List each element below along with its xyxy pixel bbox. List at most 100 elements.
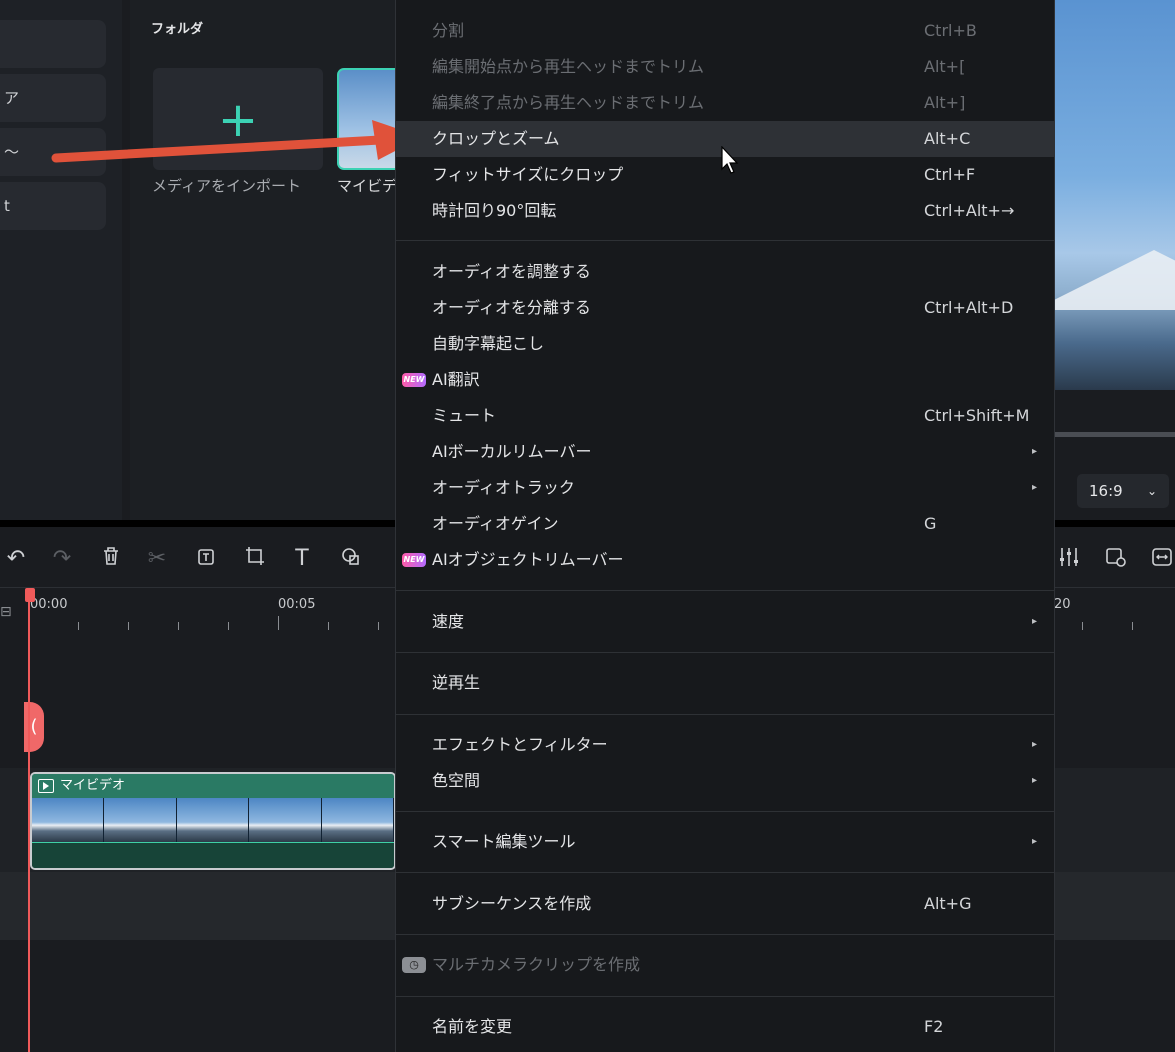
menu-separator bbox=[396, 811, 1054, 812]
menu-item-label: サブシーケンスを作成 bbox=[432, 894, 592, 913]
ruler-tick bbox=[278, 616, 279, 630]
menu-item-label: 分割 bbox=[432, 21, 465, 40]
aspect-ratio-value: 16:9 bbox=[1089, 482, 1123, 500]
menu-item-shortcut: Alt+C bbox=[924, 129, 971, 148]
delete-icon[interactable] bbox=[97, 545, 125, 573]
menu-item-label: 色空間 bbox=[432, 771, 481, 790]
aspect-ratio-select[interactable]: 16:9 ⌄ bbox=[1077, 474, 1169, 508]
text-icon[interactable]: T bbox=[288, 545, 316, 573]
ruler-tick bbox=[178, 622, 179, 630]
menu-item-18[interactable]: 色空間 ▸ bbox=[396, 763, 1054, 799]
menu-item-label: クロップとズーム bbox=[432, 129, 560, 148]
menu-item-label: 自動字幕起こし bbox=[432, 334, 545, 353]
menu-item-label: 編集終了点から再生ヘッドまでトリム bbox=[432, 93, 705, 112]
crop-icon[interactable] bbox=[241, 545, 269, 573]
menu-item-label: 逆再生 bbox=[432, 673, 481, 692]
ruler-tick bbox=[228, 622, 229, 630]
menu-item-label: フィットサイズにクロップ bbox=[432, 165, 624, 184]
undo-icon[interactable]: ↶ bbox=[2, 545, 30, 573]
submenu-arrow-icon: ▸ bbox=[1032, 739, 1038, 750]
submenu-arrow-icon: ▸ bbox=[1032, 836, 1038, 847]
menu-item-9[interactable]: NEW AI翻訳 bbox=[396, 362, 1054, 398]
menu-item-2[interactable]: 編集終了点から再生ヘッドまでトリム Alt+] bbox=[396, 85, 1054, 121]
mountain-image bbox=[1054, 250, 1175, 310]
track-link-icon[interactable]: ⊟ bbox=[0, 604, 12, 620]
shape-icon[interactable] bbox=[337, 545, 365, 573]
menu-item-shortcut: F2 bbox=[924, 1017, 944, 1036]
menu-item-label: オーディオを調整する bbox=[432, 262, 591, 281]
menu-item-shortcut: Alt+G bbox=[924, 894, 972, 913]
menu-item-shortcut: G bbox=[924, 514, 937, 533]
menu-item-14[interactable]: NEW AIオブジェクトリムーバー bbox=[396, 542, 1054, 578]
menu-item-label: ミュート bbox=[432, 406, 497, 425]
menu-item-13[interactable]: オーディオゲイン G bbox=[396, 506, 1054, 542]
fit-icon[interactable] bbox=[1148, 545, 1175, 573]
menu-item-label: 速度 bbox=[432, 612, 465, 631]
folder-label: フォルダ bbox=[151, 22, 204, 37]
ruler-tick bbox=[378, 622, 379, 630]
clip-audio-waveform bbox=[32, 842, 394, 868]
menu-item-10[interactable]: ミュート Ctrl+Shift+M bbox=[396, 398, 1054, 434]
submenu-arrow-icon: ▸ bbox=[1032, 446, 1038, 457]
ruler-tick bbox=[128, 622, 129, 630]
mouse-cursor-icon bbox=[721, 146, 739, 174]
preview-swap-icon[interactable] bbox=[1102, 545, 1130, 573]
menu-item-label: オーディオトラック bbox=[432, 478, 575, 497]
menu-item-label: 時計回り90°回転 bbox=[432, 201, 557, 220]
menu-separator bbox=[396, 996, 1054, 997]
menu-item-20[interactable]: サブシーケンスを作成 Alt+G bbox=[396, 886, 1054, 922]
sidebar-item-3[interactable]: t bbox=[0, 182, 106, 230]
menu-item-17[interactable]: エフェクトとフィルター ▸ bbox=[396, 727, 1054, 763]
preview-scrub-bar[interactable] bbox=[1054, 432, 1175, 437]
cut-icon[interactable]: ✂ bbox=[143, 545, 171, 573]
left-sidebar: ア 〜 t bbox=[0, 0, 122, 520]
menu-item-shortcut: Ctrl+Shift+M bbox=[924, 406, 1030, 425]
menu-item-7[interactable]: オーディオを分離する Ctrl+Alt+D bbox=[396, 290, 1054, 326]
timecode-2: 20 bbox=[1054, 597, 1071, 612]
menu-item-label: AI翻訳 bbox=[432, 370, 480, 389]
sidebar-item-1[interactable]: ア bbox=[0, 74, 106, 122]
clock-badge-icon: ◷ bbox=[402, 957, 426, 973]
ruler-tick bbox=[328, 622, 329, 630]
menu-item-5[interactable]: 時計回り90°回転 Ctrl+Alt+→ bbox=[396, 193, 1054, 229]
menu-item-11[interactable]: AIボーカルリムーバー ▸ bbox=[396, 434, 1054, 470]
menu-item-16[interactable]: 逆再生 bbox=[396, 665, 1054, 701]
chevron-down-icon: ⌄ bbox=[1146, 484, 1157, 498]
preview-viewer[interactable] bbox=[1054, 0, 1175, 390]
menu-item-shortcut: Alt+] bbox=[924, 93, 966, 112]
menu-item-6[interactable]: オーディオを調整する bbox=[396, 254, 1054, 290]
menu-separator bbox=[396, 590, 1054, 591]
submenu-arrow-icon: ▸ bbox=[1032, 775, 1038, 786]
menu-item-21[interactable]: ◷ マルチカメラクリップを作成 bbox=[396, 947, 1054, 983]
menu-item-8[interactable]: 自動字幕起こし bbox=[396, 326, 1054, 362]
redo-icon[interactable]: ↷ bbox=[48, 545, 76, 573]
audio-mixer-icon[interactable] bbox=[1055, 545, 1083, 573]
timeline-clip[interactable]: マイビデオ bbox=[30, 772, 396, 870]
menu-item-1[interactable]: 編集開始点から再生ヘッドまでトリム Alt+[ bbox=[396, 49, 1054, 85]
menu-item-12[interactable]: オーディオトラック ▸ bbox=[396, 470, 1054, 506]
menu-item-label: スマート編集ツール bbox=[432, 832, 576, 851]
menu-item-shortcut: Ctrl+Alt+→ bbox=[924, 201, 1015, 220]
playhead-handle[interactable] bbox=[25, 588, 35, 602]
playhead[interactable] bbox=[28, 588, 30, 1052]
ruler-tick bbox=[1132, 622, 1133, 630]
menu-item-label: マルチカメラクリップを作成 bbox=[432, 955, 641, 974]
ruler-tick bbox=[1082, 622, 1083, 630]
menu-item-shortcut: Ctrl+F bbox=[924, 165, 976, 184]
menu-item-shortcut: Ctrl+Alt+D bbox=[924, 298, 1014, 317]
sidebar-item-0[interactable] bbox=[0, 20, 106, 68]
marker-handle[interactable]: ( bbox=[24, 702, 44, 752]
menu-separator bbox=[396, 872, 1054, 873]
menu-item-label: エフェクトとフィルター bbox=[432, 735, 608, 754]
add-text-icon[interactable] bbox=[192, 545, 220, 573]
submenu-arrow-icon: ▸ bbox=[1032, 482, 1038, 493]
clip-frames bbox=[32, 798, 394, 842]
menu-item-0[interactable]: 分割 Ctrl+B bbox=[396, 13, 1054, 49]
ruler-tick bbox=[78, 622, 79, 630]
menu-item-15[interactable]: 速度 ▸ bbox=[396, 604, 1054, 640]
menu-item-19[interactable]: スマート編集ツール ▸ bbox=[396, 824, 1054, 860]
menu-item-shortcut: Alt+[ bbox=[924, 57, 966, 76]
menu-separator bbox=[396, 714, 1054, 715]
menu-item-22[interactable]: 名前を変更 F2 bbox=[396, 1009, 1054, 1045]
menu-item-label: オーディオを分離する bbox=[432, 298, 591, 317]
